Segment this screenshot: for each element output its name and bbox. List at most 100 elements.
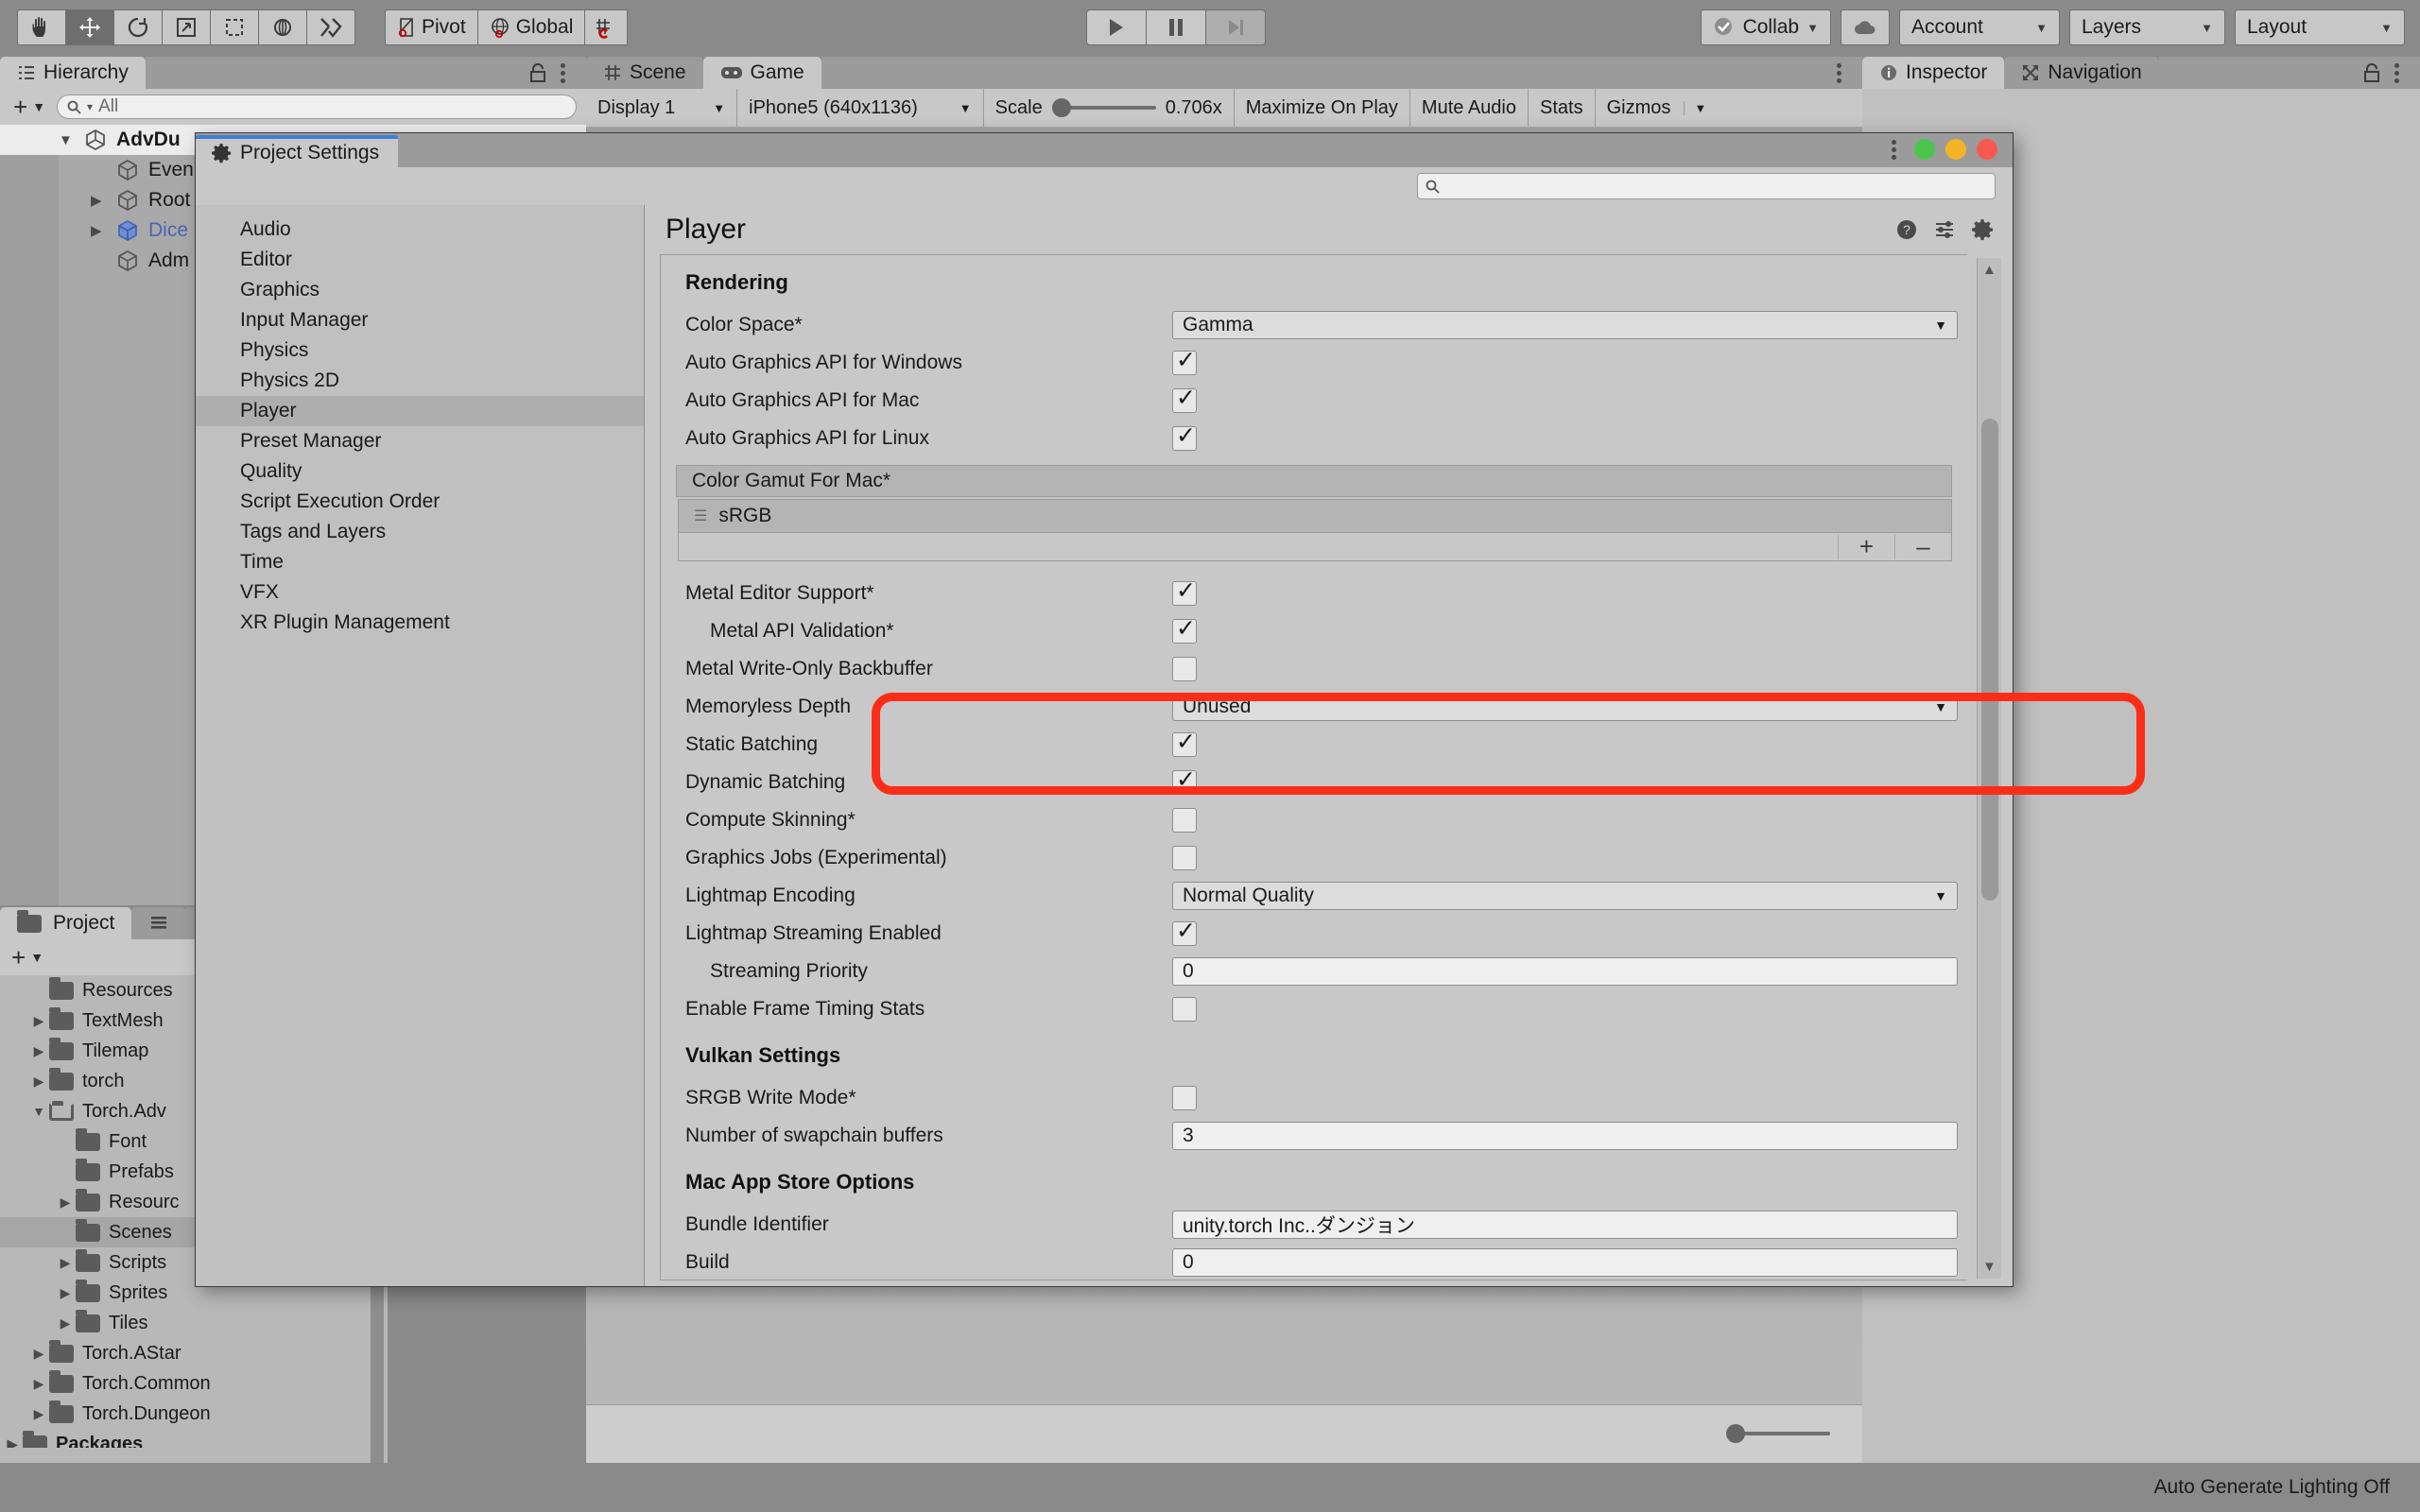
bundle-identifier-input[interactable]: unity.torch Inc..ダンジョン [1172, 1211, 1958, 1239]
scale-slider-knob[interactable] [1051, 98, 1071, 117]
settings-sidebar-item-preset-manager[interactable]: Preset Manager [196, 426, 644, 456]
disclosure-arrow-icon[interactable]: ▶ [28, 1406, 49, 1422]
disclosure-arrow-icon[interactable]: ▶ [55, 1255, 76, 1271]
scroll-thumb[interactable] [1981, 419, 1998, 901]
settings-sidebar-item-tags-and-layers[interactable]: Tags and Layers [196, 517, 644, 547]
collab-button[interactable]: Collab ▼ [1700, 9, 1831, 45]
scroll-down-arrow[interactable]: ▼ [1982, 1259, 1996, 1275]
settings-sidebar-item-vfx[interactable]: VFX [196, 577, 644, 608]
frame-timing-stats-checkbox[interactable] [1172, 997, 1197, 1022]
graphics-jobs-checkbox[interactable] [1172, 846, 1197, 870]
rect-tool-button[interactable] [210, 9, 259, 45]
lightmap-streaming-checkbox[interactable] [1172, 917, 1197, 946]
rotate-tool-button[interactable] [113, 9, 163, 45]
lightmap-encoding-dropdown[interactable]: Normal Quality ▼ [1172, 882, 1958, 910]
settings-sidebar-item-input-manager[interactable]: Input Manager [196, 305, 644, 335]
game-zoom-slider[interactable] [1726, 1424, 1830, 1443]
settings-sidebar-item-physics[interactable]: Physics [196, 335, 644, 366]
disclosure-arrow-icon[interactable]: ▶ [55, 1285, 76, 1301]
disclosure-arrow-icon[interactable]: ▶ [28, 1376, 49, 1392]
project-settings-sidebar[interactable]: Audio Editor Graphics Input Manager Physics P… [196, 205, 645, 1286]
tab-inspector[interactable]: Inspector [1862, 57, 2005, 89]
settings-sidebar-item-script-execution-order[interactable]: Script Execution Order [196, 487, 644, 517]
window-menu-icon[interactable] [1892, 139, 1896, 160]
srgb-write-mode-checkbox[interactable] [1172, 1086, 1197, 1110]
drag-handle-icon[interactable]: ☰ [694, 507, 707, 525]
build-input[interactable]: 0 [1172, 1248, 1958, 1277]
disclosure-arrow-icon[interactable]: ▶ [91, 222, 115, 239]
stats-toggle[interactable]: Stats [1529, 89, 1596, 127]
project-item-packages[interactable]: ▶ Packages [0, 1429, 388, 1448]
pause-button[interactable] [1146, 9, 1206, 45]
disclosure-arrow-icon[interactable]: ▼ [28, 1104, 49, 1119]
inspector-menu-icon[interactable] [2394, 62, 2399, 83]
close-button[interactable] [1977, 139, 1997, 160]
swapchain-buffers-input[interactable]: 3 [1172, 1122, 1958, 1150]
project-list-view-button[interactable] [131, 907, 187, 939]
tab-navigation[interactable]: Navigation [2004, 57, 2159, 89]
move-tool-button[interactable] [65, 9, 114, 45]
hierarchy-add-button[interactable]: + ▼ [9, 93, 49, 122]
step-button[interactable] [1205, 9, 1266, 45]
tab-project[interactable]: Project [0, 907, 132, 939]
display-dropdown[interactable]: Display 1 ▼ [586, 89, 738, 127]
resolution-dropdown[interactable]: iPhone5 (640x1136) ▼ [737, 89, 984, 127]
disclosure-arrow-icon[interactable]: ▶ [2, 1436, 23, 1449]
project-add-button[interactable]: + ▼ [8, 943, 47, 972]
disclosure-arrow-icon[interactable]: ▶ [91, 192, 115, 209]
disclosure-arrow-icon[interactable]: ▼ [59, 132, 83, 148]
project-item-tiles[interactable]: ▶ Tiles [0, 1308, 388, 1338]
settings-sidebar-item-physics-2d[interactable]: Physics 2D [196, 366, 644, 396]
grid-snap-button[interactable] [584, 9, 629, 45]
tab-scene[interactable]: Scene [586, 57, 703, 89]
account-button[interactable]: Account ▼ [1899, 9, 2060, 45]
compute-skinning-checkbox[interactable] [1172, 808, 1197, 833]
project-settings-search-input[interactable] [1417, 173, 1996, 199]
gizmos-dropdown[interactable]: Gizmos ▼ [1596, 89, 1719, 127]
player-settings-scrollbar[interactable]: ▲ ▼ [1977, 258, 2001, 1279]
auto-graphics-api-mac-checkbox[interactable] [1172, 384, 1197, 413]
metal-api-validation-checkbox[interactable] [1172, 614, 1197, 644]
scroll-up-arrow[interactable]: ▲ [1982, 262, 1996, 278]
hierarchy-menu-icon[interactable] [561, 62, 565, 83]
settings-sidebar-item-graphics[interactable]: Graphics [196, 275, 644, 305]
transform-tool-button[interactable] [258, 9, 307, 45]
tab-game[interactable]: Game [702, 57, 821, 89]
game-menu-icon[interactable] [1837, 62, 1841, 83]
settings-sidebar-item-quality[interactable]: Quality [196, 456, 644, 487]
color-gamut-remove-button[interactable]: – [1894, 532, 1951, 560]
auto-graphics-api-linux-checkbox[interactable] [1172, 421, 1197, 451]
maximize-on-play-toggle[interactable]: Maximize On Play [1235, 89, 1410, 127]
settings-sidebar-item-audio[interactable]: Audio [196, 215, 644, 245]
project-item-torch-dungeon[interactable]: ▶ Torch.Dungeon [0, 1399, 388, 1429]
metal-editor-support-checkbox[interactable] [1172, 576, 1197, 606]
tab-hierarchy[interactable]: Hierarchy [0, 57, 146, 89]
metal-write-only-backbuffer-checkbox[interactable] [1172, 657, 1197, 681]
disclosure-arrow-icon[interactable]: ▶ [28, 1013, 49, 1029]
maximize-button[interactable] [1945, 139, 1966, 160]
lock-icon[interactable] [528, 62, 547, 83]
help-icon[interactable]: ? [1895, 218, 1918, 241]
pivot-toggle-button[interactable]: Pivot [385, 9, 478, 45]
custom-editor-tool-button[interactable] [306, 9, 355, 45]
gear-icon[interactable] [1971, 218, 1994, 241]
disclosure-arrow-icon[interactable]: ▶ [55, 1315, 76, 1332]
hand-tool-button[interactable] [17, 9, 66, 45]
hierarchy-search-input[interactable]: ▾ All [57, 94, 577, 119]
project-item-torch-common[interactable]: ▶ Torch.Common [0, 1368, 388, 1399]
project-item-torch-astar[interactable]: ▶ Torch.AStar [0, 1338, 388, 1368]
preset-icon[interactable] [1933, 218, 1956, 241]
auto-graphics-api-windows-checkbox[interactable] [1172, 346, 1197, 375]
lock-icon[interactable] [2362, 62, 2381, 83]
disclosure-arrow-icon[interactable]: ▶ [28, 1346, 49, 1362]
settings-sidebar-item-time[interactable]: Time [196, 547, 644, 577]
tab-project-settings[interactable]: Project Settings [196, 135, 399, 167]
settings-sidebar-item-player[interactable]: Player [196, 396, 644, 426]
dynamic-batching-checkbox[interactable] [1172, 765, 1197, 795]
color-gamut-add-button[interactable]: + [1838, 532, 1894, 560]
streaming-priority-input[interactable]: 0 [1172, 957, 1958, 986]
scale-slider[interactable] [1051, 98, 1156, 117]
mute-audio-toggle[interactable]: Mute Audio [1410, 89, 1529, 127]
game-zoom-knob[interactable] [1726, 1424, 1745, 1443]
settings-sidebar-item-editor[interactable]: Editor [196, 245, 644, 275]
